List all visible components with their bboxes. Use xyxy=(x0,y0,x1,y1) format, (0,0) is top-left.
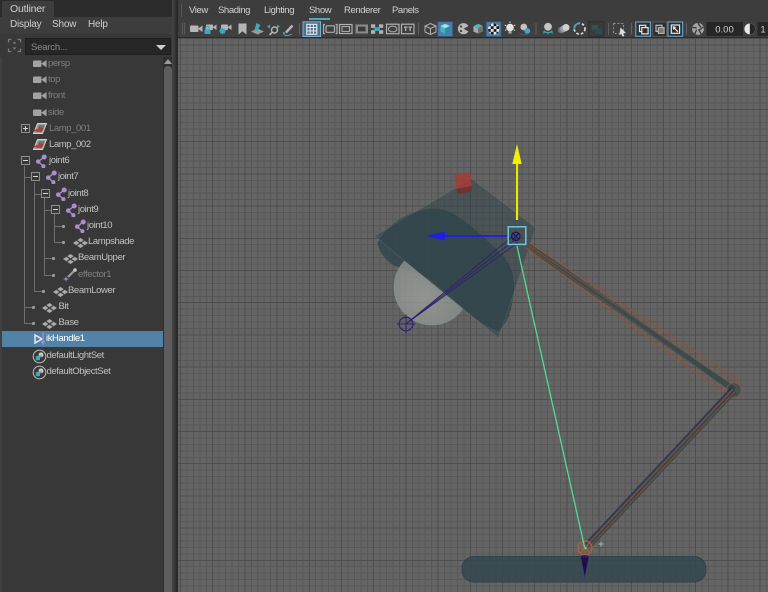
svg-text:1: 1 xyxy=(760,24,765,35)
svg-text:0.00: 0.00 xyxy=(715,24,734,35)
